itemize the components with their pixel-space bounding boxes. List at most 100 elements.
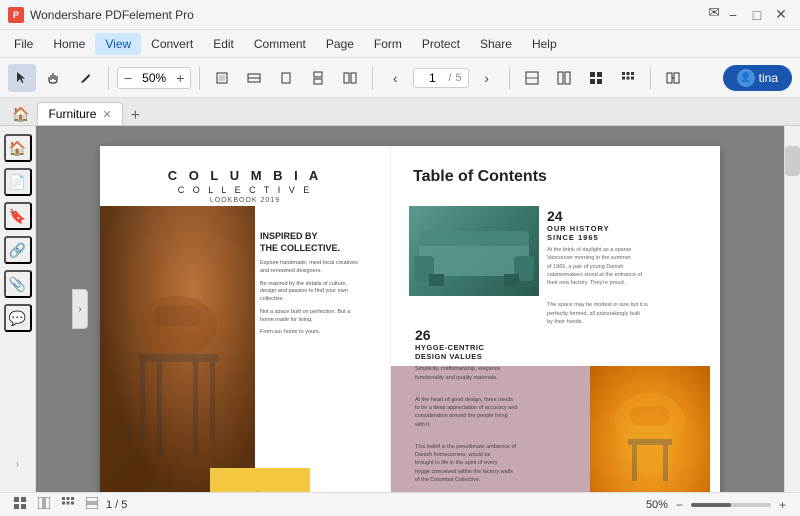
page-main-title: C O L U M B I A — [100, 146, 390, 183]
menu-file[interactable]: File — [4, 33, 43, 55]
menu-convert[interactable]: Convert — [141, 33, 203, 55]
section-26-body: Simplicity, craftsmanship, elegancefunct… — [415, 365, 571, 382]
status-zoom-level: 50% — [646, 499, 668, 511]
menu-page[interactable]: Page — [316, 33, 364, 55]
section-24-body: At the brink of daylight as a sparseVanc… — [547, 246, 702, 287]
pages-sidebar-button[interactable]: 📄 — [4, 168, 32, 196]
menu-home[interactable]: Home — [43, 33, 95, 55]
brand-logo: h — [256, 489, 265, 492]
menu-edit[interactable]: Edit — [203, 33, 244, 55]
select-tool-button[interactable] — [8, 64, 36, 92]
next-page-button[interactable]: › — [473, 64, 501, 92]
zoom-slider-fill — [691, 503, 731, 507]
menu-protect[interactable]: Protect — [412, 33, 470, 55]
status-left: 1 / 5 — [10, 495, 127, 514]
zoom-in-button[interactable]: + — [174, 70, 186, 86]
single-page-button[interactable] — [272, 64, 300, 92]
maximize-button[interactable]: □ — [746, 4, 768, 26]
zoom-value: 50% — [136, 71, 172, 85]
page-nav: / 5 — [413, 68, 468, 88]
pdf-page-left: C O L U M B I A C O L L E C T I V E LOOK… — [100, 146, 390, 492]
section-26-number: 26 — [415, 327, 571, 343]
fit-width-button[interactable] — [240, 64, 268, 92]
chair-image — [100, 206, 255, 492]
zoom-out-button[interactable]: − — [122, 70, 134, 86]
inspired-body-3: Not a space built on perfection. But aho… — [260, 309, 380, 324]
status-grid-btn-2[interactable] — [34, 495, 54, 514]
two-page-button[interactable] — [336, 64, 364, 92]
home-sidebar-button[interactable]: 🏠 — [4, 134, 32, 162]
inspired-body-1: Explore handmade, meet local creativesan… — [260, 260, 380, 275]
sidebar-home-button[interactable]: 🏠 — [8, 104, 33, 125]
compare-button[interactable] — [659, 64, 687, 92]
minimize-button[interactable]: − — [722, 4, 744, 26]
page-input[interactable] — [420, 71, 444, 85]
close-button[interactable]: ✕ — [770, 4, 792, 26]
tab-furniture[interactable]: Furniture ✕ — [37, 102, 122, 125]
status-grid-btn-1[interactable] — [10, 495, 30, 514]
section-26-body-2: At the heart of good design, there needs… — [415, 396, 571, 429]
menu-bar: File Home View Convert Edit Comment Page… — [0, 30, 800, 58]
continuous-button[interactable] — [304, 64, 332, 92]
section-24-title: OUR HISTORYSINCE 1965 — [547, 224, 702, 242]
title-bar-left: P Wondershare PDFelement Pro — [8, 7, 194, 23]
page-year: LOOKBOOK 2019 — [100, 197, 390, 204]
user-label: tina — [759, 71, 778, 85]
fit-page-button[interactable] — [208, 64, 236, 92]
menu-view[interactable]: View — [95, 33, 141, 55]
right-scrollbar[interactable] — [784, 126, 800, 492]
page-total: 5 — [455, 72, 461, 84]
separator-1 — [108, 66, 109, 90]
attachments-sidebar-button[interactable]: 📎 — [4, 270, 32, 298]
toc-title: Table of Contents — [391, 146, 720, 198]
inspired-title: INSPIRED BYTHE COLLECTIVE. — [260, 231, 380, 254]
tab-bar: 🏠 Furniture ✕ + — [0, 98, 800, 126]
tab-add-button[interactable]: + — [127, 107, 144, 125]
menu-share[interactable]: Share — [470, 33, 522, 55]
toc-section-24: 24 OUR HISTORYSINCE 1965 At the brink of… — [547, 208, 702, 326]
view-mode-2-button[interactable] — [550, 64, 578, 92]
user-avatar: 👤 — [737, 69, 755, 87]
view-mode-1-button[interactable] — [518, 64, 546, 92]
view-mode-4-button[interactable] — [614, 64, 642, 92]
separator-4 — [509, 66, 510, 90]
separator-5 — [650, 66, 651, 90]
window-controls: ✉ − □ ✕ — [708, 4, 792, 26]
prev-page-button[interactable]: ‹ — [381, 64, 409, 92]
status-zoom-in-button[interactable]: + — [775, 496, 790, 514]
bookmarks-sidebar-button[interactable]: 🔖 — [4, 202, 32, 230]
inspired-body-4: From our home to yours. — [260, 329, 380, 337]
menu-help[interactable]: Help — [522, 33, 567, 55]
tab-close-button[interactable]: ✕ — [102, 108, 111, 121]
title-bar: P Wondershare PDFelement Pro ✉ − □ ✕ — [0, 0, 800, 30]
left-expand-button[interactable]: › — [72, 289, 88, 329]
app-name: Wondershare PDFelement Pro — [30, 8, 194, 22]
status-grid-btn-4[interactable] — [82, 495, 102, 514]
view-mode-3-button[interactable] — [582, 64, 610, 92]
sidebar-expand-button[interactable]: › — [10, 444, 26, 484]
toc-section-26: 26 HYGGE-CENTRICDESIGN VALUES Simplicity… — [403, 315, 583, 492]
zoom-slider[interactable] — [691, 503, 771, 507]
edit-tool-button[interactable] — [72, 64, 100, 92]
left-sidebar: 🏠 📄 🔖 🔗 📎 💬 › — [0, 126, 36, 492]
status-right: 50% − + — [646, 496, 790, 514]
menu-form[interactable]: Form — [364, 33, 412, 55]
content-area: › C O L U M B I A C O L L E C T I V E LO… — [36, 126, 784, 492]
hand-tool-button[interactable] — [40, 64, 68, 92]
inspired-text-block: INSPIRED BYTHE COLLECTIVE. Explore handm… — [260, 231, 380, 337]
user-button[interactable]: 👤 tina — [723, 65, 792, 91]
sofa-image — [409, 206, 539, 296]
comments-sidebar-button[interactable]: 💬 — [4, 304, 32, 332]
menu-comment[interactable]: Comment — [244, 33, 316, 55]
status-grid-btn-3[interactable] — [58, 495, 78, 514]
page-separator: / — [448, 72, 451, 84]
pdf-pages: C O L U M B I A C O L L E C T I V E LOOK… — [100, 146, 720, 492]
page-subtitle: C O L L E C T I V E — [100, 185, 390, 195]
status-zoom-out-button[interactable]: − — [672, 496, 687, 514]
links-sidebar-button[interactable]: 🔗 — [4, 236, 32, 264]
section-24-number: 24 — [547, 208, 702, 224]
email-icon[interactable]: ✉ — [708, 4, 720, 26]
pdf-page-right: Table of Contents 24 OUR HISTORYS — [390, 146, 720, 492]
tab-label: Furniture — [48, 107, 96, 121]
yellow-block: h — [210, 468, 310, 492]
